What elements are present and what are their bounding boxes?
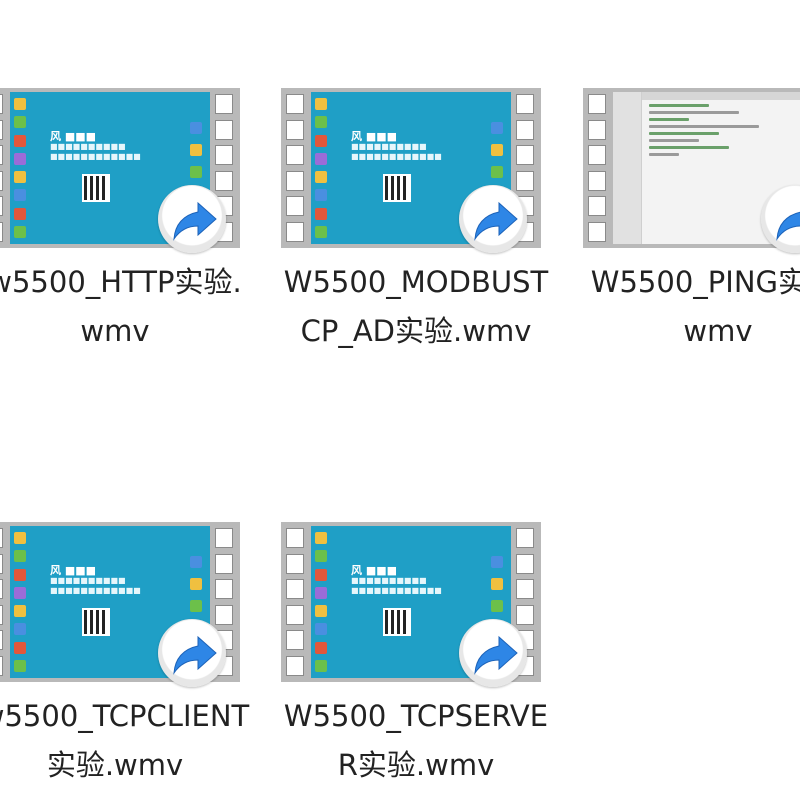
file-name: w5500_TCPCLIENT实验.wmv [0,699,250,782]
shortcut-arrow-icon [158,619,226,687]
video-thumbnail [583,88,800,253]
file-name: W5500_TCPSERVER实验.wmv [283,699,549,782]
file-name: W5500_MODBUSTCP_AD实验.wmv [283,265,549,348]
file-name: w5500_HTTP实验.wmv [0,265,242,348]
file-item[interactable]: W5500_PING实验.wmv [583,88,800,388]
file-name: W5500_PING实验.wmv [590,265,800,348]
shortcut-arrow-icon [459,619,527,687]
shortcut-arrow-icon [158,185,226,253]
video-thumbnail: 风 ■■■ ■■■■■■■■■■ ■■■■■■■■■■■■ [281,522,551,687]
shortcut-arrow-icon [459,185,527,253]
shortcut-arrow-icon [761,185,800,253]
video-thumbnail: 风 ■■■ ■■■■■■■■■■ ■■■■■■■■■■■■ [0,88,250,253]
video-thumbnail: 风 ■■■ ■■■■■■■■■■ ■■■■■■■■■■■■ [281,88,551,253]
video-thumbnail: 风 ■■■ ■■■■■■■■■■ ■■■■■■■■■■■■ [0,522,250,687]
